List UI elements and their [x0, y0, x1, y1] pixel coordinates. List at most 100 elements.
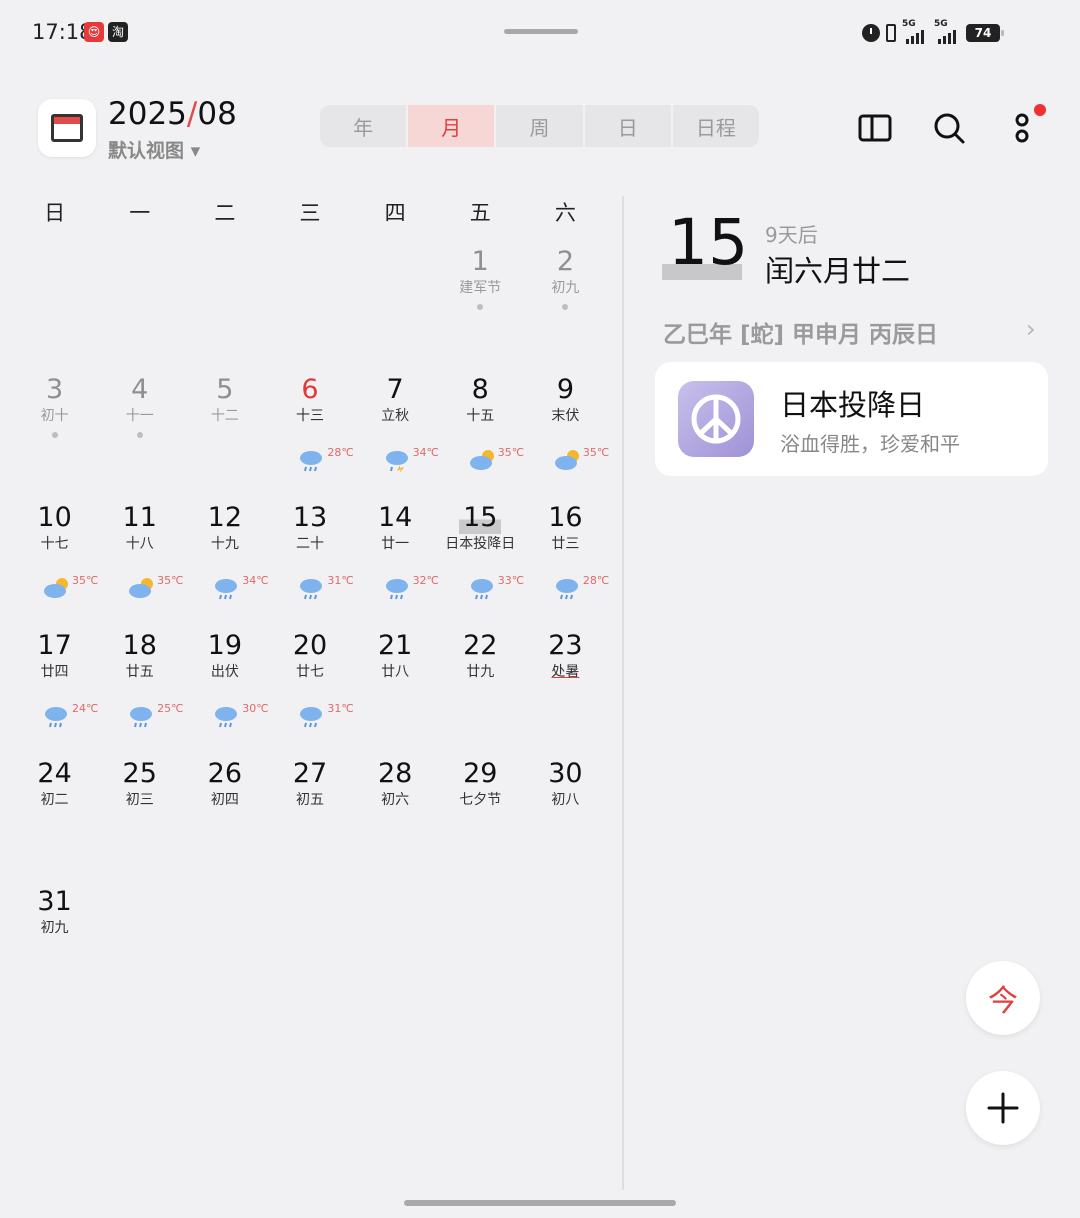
- day-number: 20: [292, 630, 328, 661]
- day-number: 12: [207, 502, 243, 533]
- day-cell[interactable]: 30 初八: [523, 758, 608, 886]
- app-notification-icon: 😍: [84, 22, 104, 42]
- lunar-label: 廿七: [295, 664, 324, 680]
- temperature-label: 34℃: [242, 574, 269, 587]
- day-cell[interactable]: 9 末伏 35℃: [523, 374, 609, 502]
- day-number: 2: [556, 246, 574, 277]
- day-number: 22: [463, 630, 498, 661]
- event-card[interactable]: 日本投降日 浴血得胜，珍爱和平: [655, 362, 1048, 476]
- weekday-label: 五: [469, 201, 491, 225]
- weekday-label: 日: [44, 201, 66, 225]
- day-cell[interactable]: 10 十七 35℃: [12, 502, 98, 630]
- empty-cell: [438, 886, 523, 1014]
- day-number: 11: [122, 502, 157, 533]
- lunar-label: 初三: [125, 792, 154, 808]
- day-cell[interactable]: 25 初三: [97, 758, 182, 886]
- day-number: 9: [556, 374, 574, 405]
- day-cell[interactable]: 24 初二: [12, 758, 97, 886]
- tab-schedule[interactable]: 日程: [673, 105, 759, 147]
- today-button[interactable]: 今: [966, 961, 1040, 1035]
- temperature-label: 35℃: [157, 574, 184, 587]
- day-cell[interactable]: 12 十九 34℃: [182, 502, 269, 630]
- empty-cell: [12, 246, 97, 374]
- weekday-label: 六: [554, 201, 576, 225]
- selected-day-number: 15: [668, 206, 749, 279]
- day-cell[interactable]: 27 初五: [267, 758, 352, 886]
- window-drag-handle[interactable]: [504, 29, 578, 34]
- day-number: 7: [386, 374, 404, 405]
- day-cell[interactable]: 14 廿一 32℃: [353, 502, 439, 630]
- rain-icon: [212, 576, 242, 600]
- day-number: 21: [377, 630, 413, 661]
- day-cell[interactable]: 29 七夕节: [438, 758, 523, 886]
- day-number: 23: [548, 630, 583, 661]
- view-mode-tabs: 年 月 周 日 日程: [320, 105, 759, 147]
- pane-divider[interactable]: [622, 196, 624, 1190]
- calendar-week-row: 3 初十 4 十一 5 十二 6 十三 28℃ 7 立秋 34℃ 8 十五 35℃ 9 末伏 35℃: [12, 374, 609, 502]
- temperature-label: 28℃: [582, 574, 610, 587]
- rain-icon: [383, 576, 413, 600]
- thunder-icon: [383, 448, 413, 474]
- day-cell[interactable]: 8 十五 35℃: [438, 374, 524, 502]
- add-event-button[interactable]: [966, 1071, 1040, 1145]
- day-cell[interactable]: 2 初九: [523, 246, 608, 374]
- view-selector-dropdown[interactable]: 默认视图 ▾: [108, 136, 200, 163]
- day-cell[interactable]: 15 日本投降日 33℃: [438, 502, 524, 630]
- lunar-label: 廿三: [551, 536, 580, 552]
- day-cell[interactable]: 21 廿八: [353, 630, 438, 758]
- vibrate-icon: [886, 24, 896, 42]
- day-cell[interactable]: 1 建军节: [438, 246, 523, 374]
- lunar-label: 初四: [210, 792, 239, 808]
- calendar-app-icon[interactable]: [38, 99, 96, 157]
- day-cell[interactable]: 6 十三 28℃: [267, 374, 354, 502]
- tab-day[interactable]: 日: [585, 105, 673, 147]
- tab-year[interactable]: 年: [320, 105, 409, 147]
- day-cell[interactable]: 7 立秋 34℃: [353, 374, 439, 502]
- empty-cell: [182, 246, 267, 374]
- day-cell[interactable]: 5 十二: [182, 374, 267, 502]
- day-cell[interactable]: 31 初九: [12, 886, 97, 1014]
- calendar-week-row: 31 初九: [12, 886, 608, 1014]
- search-icon[interactable]: [927, 106, 971, 150]
- day-cell[interactable]: 20 廿七 31℃: [267, 630, 354, 758]
- day-cell[interactable]: 13 二十 31℃: [267, 502, 354, 630]
- event-dot: [51, 432, 58, 438]
- month-title[interactable]: 2025/08: [108, 96, 237, 132]
- lunar-label: 廿九: [466, 664, 495, 680]
- home-indicator[interactable]: [404, 1200, 676, 1206]
- ganzhi-date[interactable]: 乙巳年 [蛇] 甲申月 丙辰日: [663, 315, 938, 349]
- temperature-label: 31℃: [327, 702, 354, 715]
- day-cell[interactable]: 23 处暑: [523, 630, 608, 758]
- chevron-right-icon[interactable]: ›: [1026, 315, 1036, 343]
- day-cell[interactable]: 16 廿三 28℃: [523, 502, 610, 630]
- day-number: 10: [37, 502, 72, 533]
- day-cell[interactable]: 17 廿四 24℃: [12, 630, 98, 758]
- day-cell[interactable]: 11 十八 35℃: [97, 502, 184, 630]
- event-subtitle: 浴血得胜，珍爱和平: [780, 432, 960, 456]
- day-cell[interactable]: 3 初十: [12, 374, 97, 502]
- day-cell[interactable]: 28 初六: [353, 758, 438, 886]
- day-number: 5: [216, 374, 234, 405]
- lunar-label: 初八: [551, 792, 580, 808]
- split-view-icon[interactable]: [853, 106, 897, 150]
- rain-icon: [297, 448, 327, 472]
- day-number: 17: [37, 630, 72, 661]
- month-grid: 1 建军节 2 初九 3 初十 4 十一 5 十二 6 十三 28℃ 7 立秋 34℃ 8 十五 35℃ 9 末伏 35℃…: [12, 246, 610, 1014]
- day-cell[interactable]: 19 出伏 30℃: [182, 630, 269, 758]
- day-cell[interactable]: 18 廿五 25℃: [97, 630, 184, 758]
- rain-icon: [42, 704, 72, 728]
- partly-cloudy-icon: [42, 576, 72, 600]
- empty-cell: [182, 886, 267, 1014]
- day-cell[interactable]: 26 初四: [182, 758, 267, 886]
- calendar-week-row: 24 初二 25 初三 26 初四 27 初五 28 初六 29 七夕节 30 初八: [12, 758, 608, 886]
- day-number: 14: [377, 502, 413, 533]
- tab-month[interactable]: 月: [408, 105, 497, 147]
- empty-cell: [97, 246, 182, 374]
- day-cell[interactable]: 4 十一: [97, 374, 182, 502]
- rain-icon: [127, 704, 157, 728]
- calendar-week-row: 10 十七 35℃ 11 十八 35℃ 12 十九 34℃ 13 二十 31℃ 14 廿一 32℃ 15 日本投…: [12, 502, 610, 630]
- tab-week[interactable]: 周: [496, 105, 585, 147]
- lunar-label: 初九: [40, 920, 69, 936]
- day-cell[interactable]: 22 廿九: [438, 630, 523, 758]
- day-number: 31: [37, 886, 72, 917]
